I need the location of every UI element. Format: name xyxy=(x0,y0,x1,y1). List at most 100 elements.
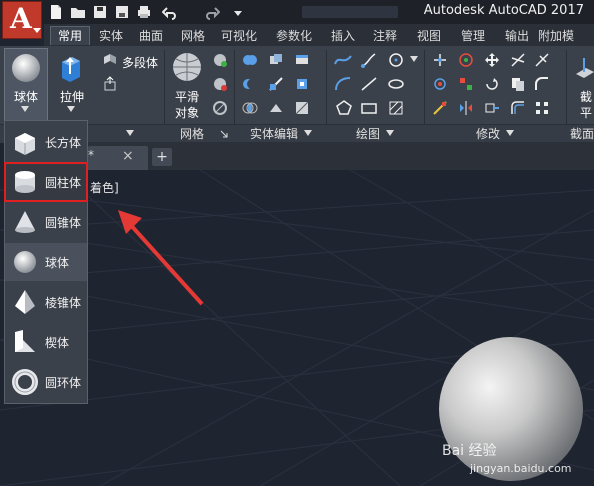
chevron-down-icon[interactable] xyxy=(126,130,134,136)
tab-mesh[interactable]: 网格 xyxy=(176,27,210,45)
tab-surface[interactable]: 曲面 xyxy=(134,27,168,45)
extrude-button-label[interactable]: 拉伸 xyxy=(60,88,84,105)
menu-item-wedge[interactable]: 楔体 xyxy=(5,323,87,361)
smooth-label-line2[interactable]: 对象 xyxy=(175,104,199,121)
move-gizmo-icon[interactable] xyxy=(432,52,448,68)
smooth-label-line1[interactable]: 平滑 xyxy=(175,88,199,105)
extrude-icon[interactable] xyxy=(56,52,84,84)
array-icon[interactable] xyxy=(534,100,550,116)
rotate-gizmo-icon[interactable] xyxy=(432,76,448,92)
arc-icon[interactable] xyxy=(334,76,352,92)
menu-item-label: 长方体 xyxy=(45,136,82,150)
menu-item-sphere[interactable]: 球体 xyxy=(5,243,87,281)
chevron-down-icon[interactable] xyxy=(506,130,514,136)
align3d-icon[interactable] xyxy=(458,76,474,92)
polysolid-label[interactable]: 多段体 xyxy=(122,54,158,71)
close-tab-icon[interactable]: × xyxy=(122,148,134,164)
tab-visualize[interactable]: 可视化 xyxy=(216,27,262,45)
tab-annotate[interactable]: 注释 xyxy=(368,27,402,45)
drawing-file-tab[interactable] xyxy=(88,146,148,170)
line-icon[interactable] xyxy=(360,76,378,92)
chevron-down-icon[interactable] xyxy=(21,106,29,112)
print-icon[interactable] xyxy=(136,4,152,20)
helix-icon[interactable] xyxy=(360,52,378,68)
panel-title-mesh[interactable]: 网格 xyxy=(180,125,204,142)
mirror3d-icon[interactable] xyxy=(458,100,474,116)
slice-icon[interactable] xyxy=(268,76,284,92)
section-plane-icon[interactable] xyxy=(574,54,594,84)
viewport-visual-style-label[interactable]: 着色] xyxy=(90,179,119,196)
tab-manage[interactable]: 管理 xyxy=(456,27,490,45)
menu-item-torus[interactable]: 圆环体 xyxy=(5,363,87,401)
ellipse-icon[interactable] xyxy=(388,76,404,92)
menu-item-cone[interactable]: 圆锥体 xyxy=(5,203,87,241)
customize-qat-icon[interactable] xyxy=(232,4,244,20)
interfere-icon[interactable] xyxy=(268,52,284,68)
panel-title-draw[interactable]: 绘图 xyxy=(356,125,380,142)
window-title: Autodesk AutoCAD 2017 xyxy=(423,3,584,18)
mesh-refine-icon[interactable] xyxy=(212,100,228,116)
spline-icon[interactable] xyxy=(334,52,352,68)
dialog-launcher-icon[interactable] xyxy=(220,130,228,138)
tab-parametric[interactable]: 参数化 xyxy=(270,27,318,45)
polysolid-icon[interactable] xyxy=(102,52,118,68)
tab-addins[interactable]: 附加模 xyxy=(538,27,594,45)
menu-item-cylinder[interactable]: 圆柱体 xyxy=(4,162,88,202)
menu-item-label: 圆柱体 xyxy=(45,176,82,190)
trim-icon[interactable] xyxy=(510,52,526,68)
menu-item-label: 球体 xyxy=(45,256,70,270)
extract-edges-icon[interactable] xyxy=(268,100,284,116)
open-folder-icon[interactable] xyxy=(70,4,86,20)
sphere-icon xyxy=(14,251,36,273)
tab-view[interactable]: 视图 xyxy=(412,27,446,45)
extract-faces-icon[interactable] xyxy=(294,76,310,92)
union-icon[interactable] xyxy=(242,52,258,68)
new-tab-button[interactable]: + xyxy=(152,148,172,166)
copy-icon[interactable] xyxy=(510,76,526,92)
tab-solid[interactable]: 实体 xyxy=(94,27,128,45)
rectangle-icon[interactable] xyxy=(360,100,378,116)
move-icon[interactable] xyxy=(484,52,500,68)
mesh-smooth-less-icon[interactable] xyxy=(212,76,228,92)
tab-insert[interactable]: 插入 xyxy=(326,27,360,45)
chevron-down-icon[interactable] xyxy=(386,130,394,136)
redo-icon[interactable] xyxy=(204,4,220,20)
thicken-icon[interactable] xyxy=(294,52,310,68)
separate-icon[interactable] xyxy=(294,100,310,116)
rotate3d-icon[interactable] xyxy=(458,52,474,68)
hatch-icon[interactable] xyxy=(388,100,404,116)
menu-item-label: 圆环体 xyxy=(45,376,82,390)
circle-tool-icon[interactable] xyxy=(388,52,404,68)
subtract-icon[interactable] xyxy=(242,76,258,92)
menu-item-pyramid[interactable]: 棱锥体 xyxy=(5,283,87,321)
presspull-icon[interactable] xyxy=(102,76,118,92)
application-menu-button[interactable]: A xyxy=(2,1,42,39)
stretch-icon[interactable] xyxy=(484,100,500,116)
chevron-down-icon[interactable] xyxy=(67,106,75,112)
offset-icon[interactable] xyxy=(510,100,526,116)
mesh-smooth-more-icon[interactable] xyxy=(212,52,228,68)
panel-title-modify[interactable]: 修改 xyxy=(476,125,500,142)
sphere-button-label: 球体 xyxy=(14,90,39,104)
polygon-icon[interactable] xyxy=(336,100,352,116)
tab-output[interactable]: 输出 xyxy=(500,27,534,45)
fillet-icon[interactable] xyxy=(534,76,550,92)
rotate-icon[interactable] xyxy=(484,76,500,92)
erase-icon[interactable] xyxy=(534,52,550,68)
undo-icon[interactable] xyxy=(162,4,178,20)
section-label-line1[interactable]: 截 xyxy=(580,88,592,105)
section-label-line2[interactable]: 平 xyxy=(580,104,592,121)
tab-home[interactable]: 常用 xyxy=(50,26,90,45)
new-file-icon[interactable] xyxy=(48,4,64,20)
menu-item-box[interactable]: 长方体 xyxy=(5,123,87,161)
smooth-object-icon[interactable] xyxy=(170,50,204,84)
intersect-icon[interactable] xyxy=(242,100,258,116)
panel-title-section[interactable]: 截面 xyxy=(570,125,594,142)
scale-gizmo-icon[interactable] xyxy=(432,100,448,116)
chevron-down-icon[interactable] xyxy=(304,130,312,136)
panel-title-solid-edit[interactable]: 实体编辑 xyxy=(250,125,298,142)
save-as-icon[interactable] xyxy=(114,4,130,20)
chevron-down-icon[interactable] xyxy=(410,56,418,62)
drawing-viewport[interactable] xyxy=(0,170,594,486)
save-icon[interactable] xyxy=(92,4,108,20)
